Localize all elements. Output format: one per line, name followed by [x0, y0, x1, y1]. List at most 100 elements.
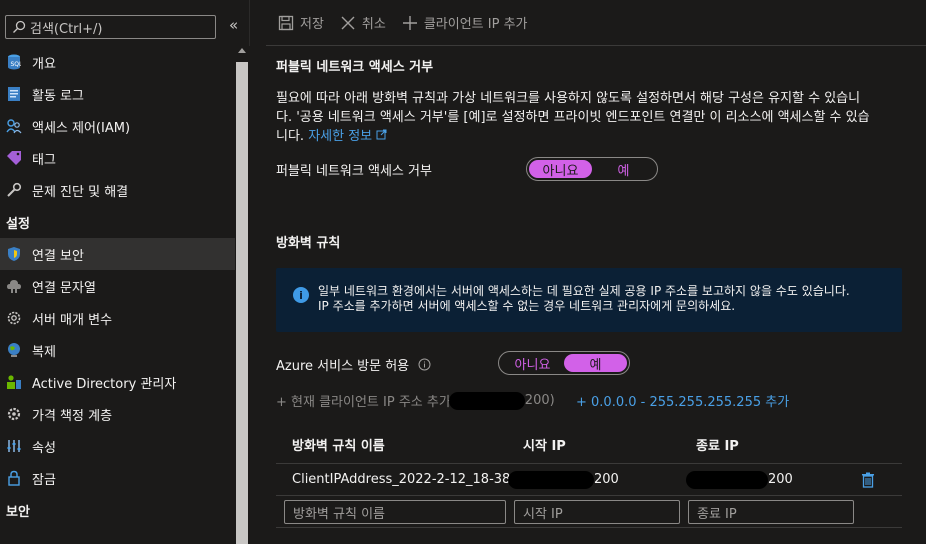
info-icon: i [293, 287, 309, 303]
menu-item-locks[interactable]: 잠금 [0, 462, 235, 494]
firewall-rules-title: 방화벽 규칙 [276, 236, 341, 251]
scroll-thumb[interactable] [236, 62, 248, 544]
menu-item-label: 액세스 제어(IAM) [32, 120, 131, 136]
menu-item-iam[interactable]: 액세스 제어(IAM) [0, 110, 235, 142]
col-header-end-ip: 종료 IP [696, 439, 739, 454]
menu-item-properties[interactable]: 속성 [0, 430, 235, 462]
public-access-toggle[interactable]: 아니요 예 [526, 157, 658, 181]
globe-icon [6, 342, 22, 358]
learn-more-link[interactable]: 자세한 정보 [308, 129, 387, 144]
menu-item-pricing-tier[interactable]: 가격 책정 계층 [0, 398, 235, 430]
menu-search-input[interactable]: 검색(Ctrl+/) [5, 15, 216, 39]
menu-item-label: 잠금 [32, 472, 56, 488]
info-banner: i 일부 네트워크 환경에서는 서버에 액세스하는 데 필요한 실제 공용 IP… [276, 268, 902, 332]
public-access-title: 퍼블릭 네트워크 액세스 거부 [276, 60, 434, 75]
azure-services-label: Azure 서비스 방문 허용 [276, 359, 410, 374]
menu-item-label: 문제 진단 및 해결 [32, 184, 129, 200]
close-icon [341, 16, 355, 29]
wrench-icon [6, 182, 22, 198]
menu-item-tags[interactable]: 태그 [0, 142, 235, 174]
menu-item-replication[interactable]: 복제 [0, 334, 235, 366]
azure-services-toggle[interactable]: 아니요 예 [498, 351, 630, 375]
menu-item-connection-security[interactable]: 연결 보안 [0, 238, 235, 270]
info-tooltip-icon[interactable] [418, 358, 431, 371]
svg-text:SQL: SQL [11, 61, 22, 68]
public-access-description: 필요에 따라 아래 방화벽 규칙과 가상 네트워크를 사용하지 않도록 설정하면… [276, 89, 916, 146]
rule-name-cell[interactable]: ClientIPAddress_2022-2-12_18-38-8 [292, 464, 523, 495]
search-icon [13, 20, 26, 33]
collapse-menu-button[interactable]: « [229, 16, 238, 34]
connection-strings-icon [6, 278, 22, 294]
ad-admin-icon [6, 374, 22, 390]
start-ip-input[interactable]: 시작 IP [514, 500, 680, 524]
col-header-start-ip: 시작 IP [523, 439, 566, 454]
lock-icon [6, 470, 22, 486]
section-settings: 설정 [6, 216, 30, 232]
rule-name-input[interactable]: 방화벽 규칙 이름 [284, 500, 506, 524]
menu-item-label: 태그 [32, 152, 56, 168]
public-access-label: 퍼블릭 네트워크 액세스 거부 [276, 164, 432, 179]
table-row: ClientIPAddress_2022-2-12_18-38-8 200 20… [276, 464, 902, 496]
save-button[interactable]: 저장 [278, 13, 324, 32]
menu-item-label: 속성 [32, 440, 56, 456]
activity-log-icon [6, 86, 22, 102]
menu-scrollbar[interactable] [235, 46, 250, 544]
info-text: IP 주소를 추가하면 서버에 액세스할 수 없는 경우 네트워크 관리자에게 … [318, 299, 736, 313]
col-header-name: 방화벽 규칙 이름 [292, 439, 385, 454]
menu-item-label: 복제 [32, 344, 56, 360]
cancel-button[interactable]: 취소 [340, 13, 386, 32]
menu-item-label: 가격 책정 계층 [32, 408, 113, 424]
section-security: 보안 [6, 504, 30, 520]
cancel-label: 취소 [361, 17, 386, 32]
external-link-icon [376, 129, 387, 140]
tag-icon [6, 150, 22, 166]
menu-item-overview[interactable]: SQL 개요 [0, 46, 235, 78]
plus-icon [402, 15, 417, 30]
menu-item-diagnose[interactable]: 문제 진단 및 해결 [0, 174, 235, 206]
end-ip-cell[interactable]: 200 [686, 464, 793, 495]
start-ip-suffix: 200 [594, 472, 619, 487]
menu-item-label: Active Directory 관리자 [32, 376, 177, 392]
resource-menu: 검색(Ctrl+/) « SQL 개요 활동 로그 액세스 제어(IAM) 태그… [0, 0, 250, 544]
save-label: 저장 [300, 17, 324, 32]
trash-icon [862, 472, 874, 488]
menu-item-label: 활동 로그 [32, 88, 84, 104]
menu-item-label: 연결 문자열 [32, 280, 96, 296]
menu-item-label: 서버 매개 변수 [32, 312, 113, 328]
add-current-ip-link[interactable]: + 현재 클라이언트 IP 주소 추가 200) [276, 391, 555, 410]
description-line: 다. '공용 네트워크 액세스 거부'를 [예]로 설정하면 프라이빗 엔드포인… [276, 110, 870, 125]
properties-icon [6, 438, 22, 454]
menu-item-label: 개요 [32, 56, 56, 72]
add-client-ip-label: 클라이언트 IP 추가 [423, 17, 528, 32]
description-line: 필요에 따라 아래 방화벽 규칙과 가상 네트워크를 사용하지 않도록 설정하면… [276, 91, 861, 106]
toggle-option-no[interactable]: 아니요 [529, 160, 592, 179]
toggle-option-yes[interactable]: 예 [592, 160, 655, 179]
redacted-ip [686, 470, 768, 489]
pricing-tier-icon [6, 406, 22, 422]
redacted-ip [448, 391, 525, 410]
search-placeholder: 검색(Ctrl+/) [30, 21, 103, 37]
menu-item-activity-log[interactable]: 활동 로그 [0, 78, 235, 110]
toggle-option-yes[interactable]: 예 [564, 354, 627, 373]
azure-services-row: Azure 서비스 방문 허용 [276, 355, 431, 374]
scroll-up-arrow-icon[interactable] [238, 48, 246, 53]
menu-item-connection-strings[interactable]: 연결 문자열 [0, 270, 235, 302]
add-full-range-link[interactable]: + 0.0.0.0 - 255.255.255.255 추가 [576, 391, 789, 410]
save-icon [278, 15, 294, 30]
gear-icon [6, 310, 22, 326]
info-text: 일부 네트워크 환경에서는 서버에 액세스하는 데 필요한 실제 공용 IP 주… [318, 284, 850, 298]
redacted-ip [508, 470, 594, 489]
end-ip-input[interactable]: 종료 IP [688, 500, 854, 524]
start-ip-placeholder: 시작 IP [523, 506, 563, 522]
start-ip-cell[interactable]: 200 [508, 464, 619, 495]
add-client-ip-button[interactable]: 클라이언트 IP 추가 [402, 13, 528, 32]
add-current-ip-label: + 현재 클라이언트 IP 주소 추가 [276, 395, 451, 410]
end-ip-placeholder: 종료 IP [697, 506, 737, 522]
end-ip-suffix: 200 [768, 472, 793, 487]
menu-list: SQL 개요 활동 로그 액세스 제어(IAM) 태그 문제 진단 및 해결 설… [0, 46, 235, 526]
delete-rule-button[interactable] [861, 464, 875, 495]
firewall-table-header: 방화벽 규칙 이름 시작 IP 종료 IP [276, 426, 902, 464]
toggle-option-no[interactable]: 아니요 [501, 354, 564, 373]
menu-item-ad-admin[interactable]: Active Directory 관리자 [0, 366, 235, 398]
menu-item-server-parameters[interactable]: 서버 매개 변수 [0, 302, 235, 334]
